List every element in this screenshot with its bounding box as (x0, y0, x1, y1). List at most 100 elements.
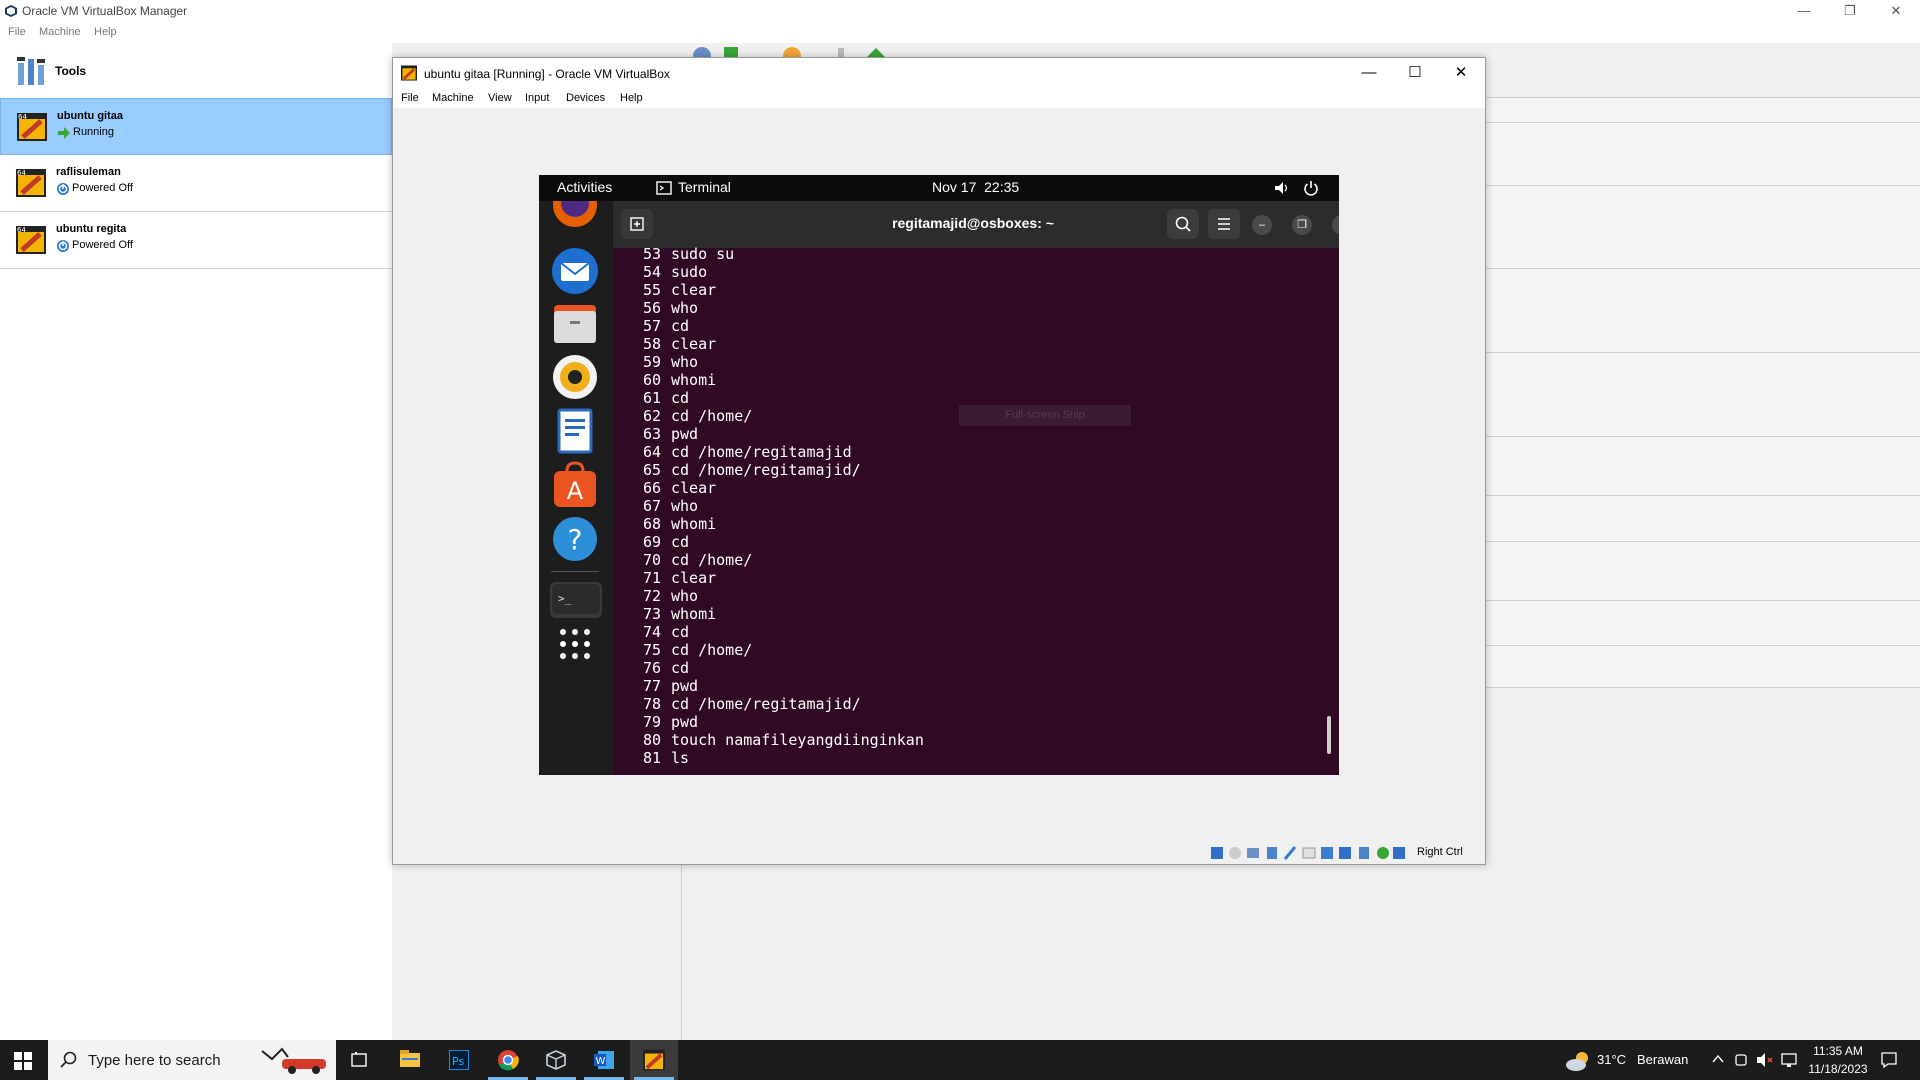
history-line: 75 cd /home/ (642, 641, 753, 659)
history-line: 73 whomi (642, 605, 717, 623)
vm-menu-help[interactable]: Help (620, 92, 643, 104)
history-line: 53 sudo su (642, 245, 735, 263)
history-line: 69 cd (642, 533, 690, 551)
taskbar-virtualbox-manager[interactable] (532, 1040, 580, 1080)
gnome-top-bar: Activities Terminal Nov 17 22:35 (539, 175, 1339, 201)
history-line: 60 whomi (642, 371, 717, 389)
app-menu-terminal[interactable]: Terminal (678, 179, 731, 195)
clock-date[interactable]: 11/18/2023 (1806, 1062, 1870, 1076)
history-line: 56 who (642, 299, 699, 317)
vm-status-bar: Right Ctrl (393, 841, 1485, 864)
vm-item-ubuntu-gitaa[interactable]: 64 ubuntu gitaa Running (0, 98, 392, 155)
details-row-divider (1484, 185, 1920, 186)
history-line: 76 cd (642, 659, 690, 677)
minimize-icon[interactable]: — (1346, 58, 1392, 88)
vm-menu-machine[interactable]: Machine (432, 92, 474, 104)
file-explorer-icon (400, 1050, 420, 1067)
show-apps-grid-icon[interactable] (557, 626, 593, 662)
menu-help[interactable]: Help (94, 26, 117, 38)
new-tab-icon (630, 217, 644, 231)
history-line: 70 cd /home/ (642, 551, 753, 569)
power-off-icon (57, 240, 69, 252)
clock[interactable]: Nov 17 22:35 (932, 179, 1019, 195)
history-line: 78 cd /home/regitamajid/ (642, 695, 861, 713)
history-line: 71 clear (642, 569, 717, 587)
taskbar-chrome[interactable] (484, 1040, 532, 1080)
history-line: 55 clear (642, 281, 717, 299)
help-icon[interactable]: ? (551, 515, 599, 563)
activities-button[interactable]: Activities (557, 179, 612, 195)
terminal-menu-button[interactable] (1208, 209, 1240, 239)
tools-item[interactable]: Tools (0, 47, 392, 97)
manager-toolbar-icons (693, 47, 886, 58)
terminal-output[interactable]: 53 sudo su 54 sudo 55 clear 56 who 57 cd 58 cl… (613, 245, 1339, 775)
weather-desc[interactable]: Berawan (1637, 1052, 1688, 1067)
meet-now-icon[interactable] (1734, 1052, 1748, 1068)
thunderbird-icon[interactable] (551, 247, 599, 295)
terminal-scrollbar[interactable] (1327, 716, 1331, 754)
details-row-divider (1484, 687, 1920, 688)
taskbar-ubuntu-vm[interactable] (630, 1040, 678, 1080)
terminal-restore-button[interactable]: ❐ (1292, 215, 1312, 235)
history-line: 72 who (642, 587, 699, 605)
ubuntu-64-icon: 64 (17, 113, 47, 141)
taskbar-search-box[interactable]: Type here to search (48, 1040, 336, 1080)
taskbar-word[interactable]: W (580, 1040, 628, 1080)
search-highlight-doodle-icon (261, 1047, 326, 1074)
vm-menu-view[interactable]: View (488, 92, 512, 104)
vm-window-titlebar: ubuntu gitaa [Running] - Oracle VM Virtu… (393, 58, 1485, 88)
details-row-divider (1484, 122, 1920, 123)
rhythmbox-icon[interactable] (551, 353, 599, 401)
history-line: 67 who (642, 497, 699, 515)
vm-item-raflisuleman[interactable]: 64 raflisuleman Powered Off (0, 155, 392, 212)
maximize-icon[interactable]: ☐ (1392, 58, 1438, 88)
vm-menu-devices[interactable]: Devices (566, 92, 605, 104)
restore-icon[interactable]: ❐ (1827, 0, 1873, 23)
details-row-divider (1484, 352, 1920, 353)
volume-muted-icon[interactable] (1756, 1052, 1774, 1068)
menu-file[interactable]: File (8, 26, 26, 38)
minimize-icon[interactable]: — (1781, 0, 1827, 23)
ubuntu-vm-icon (401, 65, 417, 81)
vm-window: ubuntu gitaa [Running] - Oracle VM Virtu… (392, 57, 1486, 865)
svg-text:W: W (596, 1056, 606, 1067)
vm-state: Powered Off (72, 182, 133, 194)
taskbar-photoshop[interactable]: Ps (435, 1040, 483, 1080)
terminal-minimize-button[interactable]: – (1252, 215, 1272, 235)
snip-tooltip: Full-screen Snip (959, 405, 1131, 426)
vm-menu-file[interactable]: File (401, 92, 419, 104)
vm-menu-input[interactable]: Input (525, 92, 549, 104)
svg-text:?: ? (568, 523, 583, 556)
history-line: 63 pwd (642, 425, 699, 443)
details-row-divider (1484, 541, 1920, 542)
weather-cloudy-icon[interactable] (1564, 1050, 1592, 1072)
network-icon[interactable] (1780, 1052, 1798, 1068)
power-icon[interactable] (1303, 180, 1319, 196)
windows-start-icon[interactable] (14, 1052, 32, 1070)
device-status-icons[interactable] (1209, 845, 1409, 861)
notification-center-icon[interactable] (1880, 1051, 1898, 1069)
menu-machine[interactable]: Machine (39, 26, 81, 38)
chevron-up-icon[interactable] (1712, 1054, 1724, 1064)
new-tab-button[interactable] (621, 209, 653, 239)
libreoffice-writer-icon[interactable] (551, 407, 599, 455)
terminal-search-button[interactable] (1167, 209, 1199, 239)
terminal-close-button[interactable]: ✕ (1332, 215, 1339, 235)
task-view-icon[interactable] (350, 1051, 368, 1069)
vm-name: ubuntu regita (56, 223, 127, 235)
chrome-icon (498, 1050, 519, 1071)
vm-item-ubuntu-regita[interactable]: 64 ubuntu regita Powered Off (0, 212, 392, 269)
guest-screen[interactable]: Activities Terminal Nov 17 22:35 A ? >_ (539, 175, 1339, 775)
clock-time[interactable]: 11:35 AM (1810, 1044, 1866, 1058)
close-icon[interactable]: ✕ (1438, 58, 1484, 88)
svg-text:>_: >_ (558, 592, 572, 605)
files-icon[interactable] (551, 301, 599, 347)
volume-icon[interactable] (1274, 181, 1290, 195)
app-center-icon[interactable]: A (551, 461, 599, 509)
weather-temp[interactable]: 31°C (1597, 1052, 1626, 1067)
taskbar-file-explorer[interactable] (386, 1040, 434, 1080)
firefox-icon[interactable] (551, 201, 599, 231)
terminal-dock-icon[interactable]: >_ (547, 580, 605, 620)
ubuntu-64-icon: 64 (16, 226, 46, 254)
close-icon[interactable]: ✕ (1873, 0, 1919, 23)
